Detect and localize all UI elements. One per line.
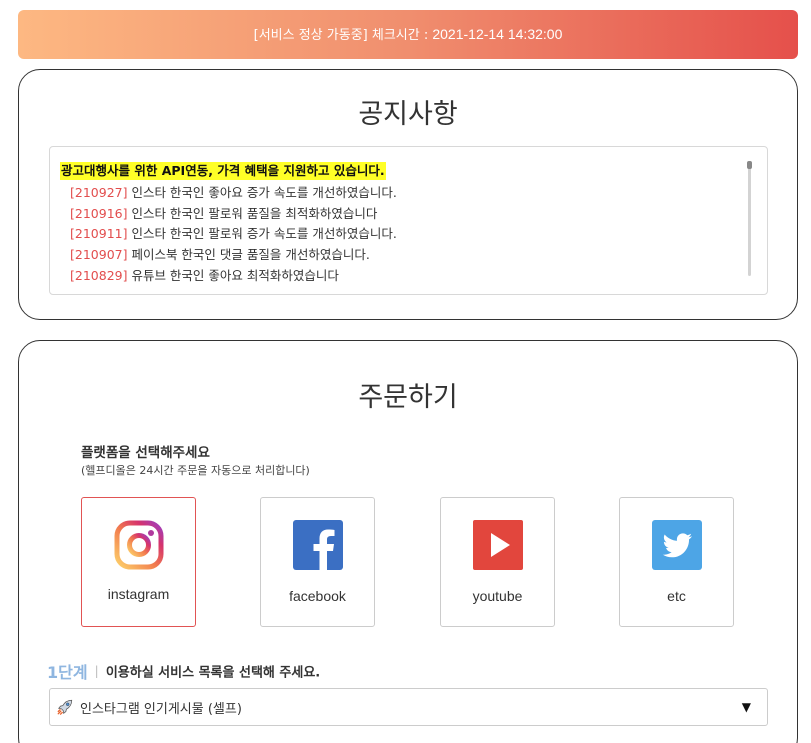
notice-title: 공지사항 — [358, 99, 458, 130]
platform-label: facebook — [289, 588, 346, 604]
notice-scrollbar[interactable] — [747, 161, 752, 276]
notice-headline: 광고대행사를 위한 API연동, 가격 혜택을 지원하고 있습니다. — [60, 162, 386, 180]
notice-item-text: 인스타 한국인 팔로워 증가 속도를 개선하였습니다. — [127, 226, 397, 242]
notice-item[interactable]: [210911] 인스타 한국인 팔로워 증가 속도를 개선하였습니다. — [60, 224, 767, 245]
platform-label: instagram — [107, 586, 170, 602]
platform-facebook-button[interactable]: facebook — [260, 497, 375, 627]
step-instruction: 이용하실 서비스 목록을 선택해 주세요. — [105, 665, 321, 681]
status-text: [서비스 정상 가동중] 체크시간 : — [253, 28, 433, 43]
platform-instagram-button[interactable]: instagram — [81, 497, 196, 627]
step-1-label: 1단계 | 이용하실 서비스 목록을 선택해 주세요. — [47, 659, 320, 683]
notice-item[interactable]: [210927] 인스타 한국인 좋아요 증가 속도를 개선하였습니다. — [60, 183, 767, 204]
notice-item-text: 인스타 한국인 팔로워 품질을 최적화하였습니다 — [127, 205, 378, 221]
notice-item-text: 페이스북 한국인 댓글 품질을 개선하였습니다. — [127, 247, 370, 263]
notice-scrollbar-thumb[interactable] — [747, 161, 752, 169]
notice-list: [210927] 인스타 한국인 좋아요 증가 속도를 개선하였습니다. [21… — [60, 183, 767, 287]
notice-item-code: [210916] — [70, 205, 128, 221]
platform-subtext: (헬프디올은 24시간 주문을 자동으로 처리합니다) — [81, 464, 310, 477]
notice-item-text: 인스타 한국인 좋아요 증가 속도를 개선하였습니다. — [127, 185, 397, 200]
step-number: 1단계 — [47, 663, 88, 682]
order-card: 주문하기 플랫폼을 선택해주세요 (헬프디올은 24시간 주문을 자동으로 처리… — [18, 340, 798, 743]
notice-item-code: [210829] — [70, 267, 128, 283]
notice-card: 공지사항 광고대행사를 위한 API연동, 가격 혜택을 지원하고 있습니다. … — [18, 69, 798, 320]
rocket-icon — [57, 699, 73, 715]
notice-item[interactable]: [210907] 페이스북 한국인 댓글 품질을 개선하였습니다. — [60, 245, 767, 266]
notice-item-text: 유튜브 한국인 좋아요 최적화하였습니다 — [127, 267, 339, 283]
facebook-icon — [293, 520, 343, 570]
platform-label: youtube — [472, 588, 523, 604]
notice-item-code: [210907] — [70, 247, 128, 263]
notice-item-code: [210927] — [70, 185, 128, 200]
service-select-value: 인스타그램 인기게시물 (셀프) — [80, 701, 242, 717]
step-separator: | — [94, 664, 99, 678]
notice-box[interactable]: 광고대행사를 위한 API연동, 가격 혜택을 지원하고 있습니다. [2109… — [49, 146, 768, 295]
notice-item[interactable]: [210916] 인스타 한국인 팔로워 품질을 최적화하였습니다 — [60, 204, 767, 225]
service-select-dropdown[interactable]: 인스타그램 인기게시물 (셀프) ▼ — [49, 688, 768, 726]
notice-item-code: [210911] — [70, 226, 128, 242]
twitter-icon — [652, 520, 702, 570]
service-status-bar: [서비스 정상 가동중] 체크시간 : 2021-12-14 14:32:00 — [18, 10, 798, 59]
instagram-icon — [114, 520, 164, 570]
status-check-time: 2021-12-14 14:32:00 — [432, 26, 563, 42]
notice-item[interactable]: [210829] 유튜브 한국인 좋아요 최적화하였습니다 — [60, 266, 767, 287]
platform-heading: 플랫폼을 선택해주세요 — [81, 445, 210, 461]
platform-etc-button[interactable]: etc — [619, 497, 734, 627]
platform-label: etc — [667, 588, 686, 604]
chevron-down-icon: ▼ — [741, 700, 751, 714]
order-title: 주문하기 — [358, 382, 458, 413]
platform-youtube-button[interactable]: youtube — [440, 497, 555, 627]
youtube-icon — [473, 520, 523, 570]
